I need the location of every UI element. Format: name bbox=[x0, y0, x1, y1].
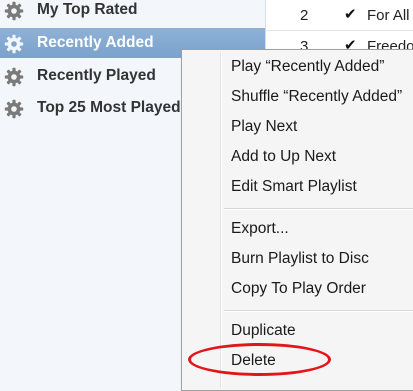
playlist-label: Recently Played bbox=[37, 67, 156, 84]
menu-item-delete[interactable]: Delete bbox=[183, 347, 413, 375]
playlist-label: Top 25 Most Played bbox=[37, 99, 181, 116]
menu-item-shuffle[interactable]: Shuffle “Recently Added” bbox=[183, 83, 413, 111]
menu-item-label: Burn Playlist to Disc bbox=[231, 250, 369, 267]
menu-item-export[interactable]: Export... bbox=[183, 215, 413, 243]
menu-item-label: Delete bbox=[231, 352, 276, 369]
menu-item-play-next[interactable]: Play Next bbox=[183, 113, 413, 141]
menu-item-label: Shuffle “Recently Added” bbox=[231, 88, 403, 105]
playlist-label: My Top Rated bbox=[37, 1, 138, 18]
context-menu: Play “Recently Added” Shuffle “Recently … bbox=[181, 49, 413, 391]
menu-separator bbox=[224, 310, 413, 312]
menu-item-play[interactable]: Play “Recently Added” bbox=[183, 53, 413, 81]
menu-item-label: Export... bbox=[231, 220, 289, 237]
menu-item-burn-playlist[interactable]: Burn Playlist to Disc bbox=[183, 245, 413, 273]
gear-icon bbox=[4, 34, 24, 54]
menu-item-duplicate[interactable]: Duplicate bbox=[183, 317, 413, 345]
gear-icon bbox=[4, 1, 24, 21]
track-title: For All bbox=[367, 7, 410, 24]
menu-item-copy-to-play-order[interactable]: Copy To Play Order bbox=[183, 275, 413, 303]
table-row[interactable]: 2 ✔ For All bbox=[266, 0, 413, 31]
menu-item-label: Edit Smart Playlist bbox=[231, 178, 357, 195]
gear-icon bbox=[4, 99, 24, 119]
menu-item-add-to-up-next[interactable]: Add to Up Next bbox=[183, 143, 413, 171]
gear-icon bbox=[4, 67, 24, 87]
menu-item-label: Copy To Play Order bbox=[231, 280, 366, 297]
menu-item-label: Play Next bbox=[231, 118, 298, 135]
playlist-item-my-top-rated[interactable]: My Top Rated bbox=[0, 0, 265, 25]
menu-item-label: Duplicate bbox=[231, 322, 296, 339]
menu-separator bbox=[224, 208, 413, 210]
track-number: 2 bbox=[300, 7, 309, 24]
menu-item-label: Play “Recently Added” bbox=[231, 58, 385, 75]
menu-item-edit-smart-playlist[interactable]: Edit Smart Playlist bbox=[183, 173, 413, 201]
playlist-label: Recently Added bbox=[37, 34, 154, 51]
menu-item-label: Add to Up Next bbox=[231, 148, 337, 165]
track-checkbox[interactable]: ✔ bbox=[344, 5, 357, 23]
